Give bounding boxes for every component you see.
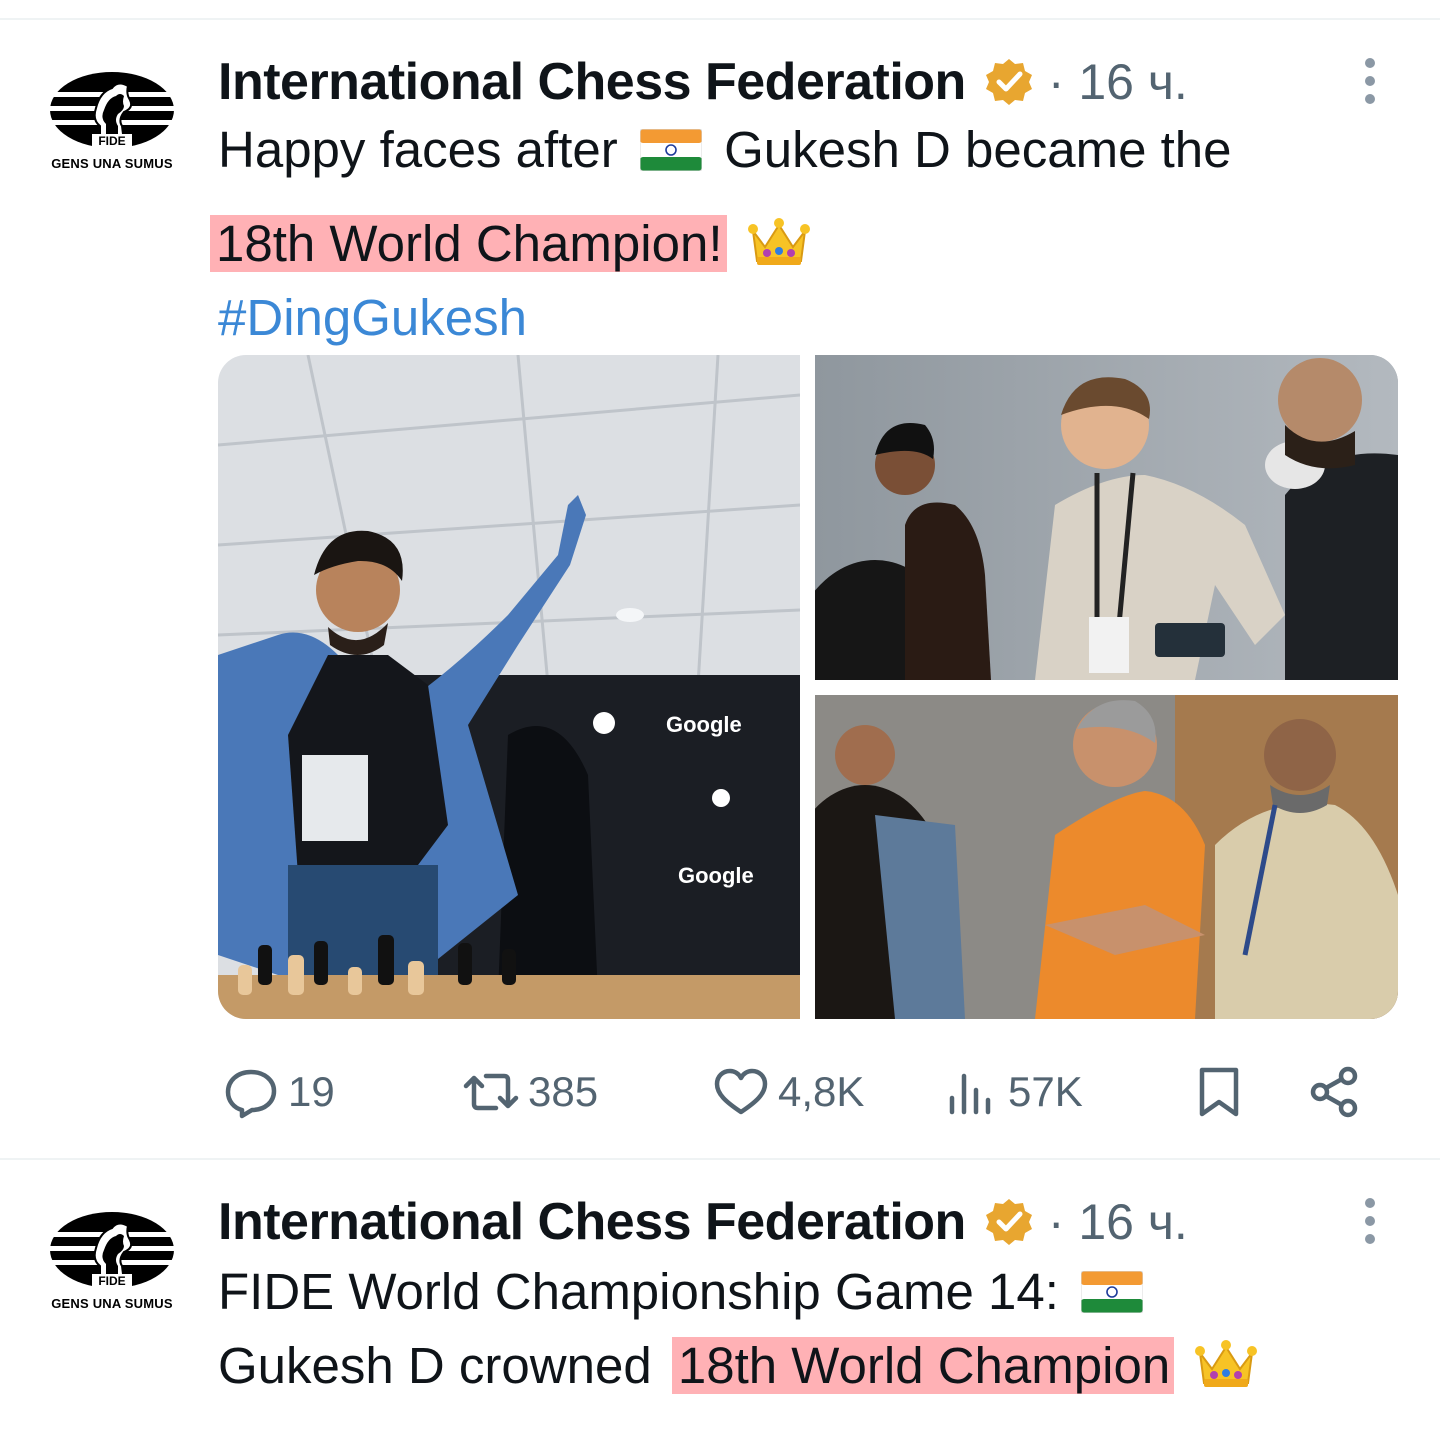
crown-icon	[747, 218, 810, 265]
reply-button[interactable]: 19	[222, 1064, 335, 1120]
crown-icon	[1195, 1340, 1258, 1387]
india-flag-icon	[639, 129, 702, 171]
heart-icon	[714, 1068, 768, 1115]
reply-count: 19	[288, 1068, 335, 1115]
hashtag-link[interactable]: #DingGukesh	[218, 289, 527, 346]
bookmark-button[interactable]	[1190, 1064, 1256, 1120]
tweet-text-line-3: #DingGukesh	[218, 282, 527, 354]
tweet[interactable]: FIDE GENS UNA SUMUS International Chess …	[0, 1160, 1440, 1438]
views-chart-icon	[949, 1073, 991, 1115]
text-segment: FIDE World Championship Game 14:	[218, 1263, 1059, 1320]
tweet[interactable]: FIDE GENS UNA SUMUS International Chess …	[0, 20, 1440, 1158]
tweet-time[interactable]: · 16 ч.	[1048, 53, 1188, 111]
tweet-text-line-1: Happy faces after Gukesh D became the	[218, 114, 1232, 186]
fide-logo-text: FIDE	[92, 1274, 132, 1288]
photo-gukesh-celebrating[interactable]: Google Google	[218, 355, 800, 1019]
verified-badge-icon[interactable]	[984, 1197, 1034, 1247]
views-count: 57K	[1008, 1068, 1083, 1115]
retweet-button[interactable]: 385	[462, 1064, 598, 1120]
bookmark-icon	[1199, 1067, 1239, 1117]
sponsor-logo-text: Google	[678, 863, 754, 888]
fide-logo-text: FIDE	[92, 134, 132, 148]
fide-motto: GENS UNA SUMUS	[51, 156, 173, 171]
avatar[interactable]: FIDE GENS UNA SUMUS	[48, 64, 176, 184]
tweet-header: International Chess Federation · 16 ч.	[218, 1192, 1188, 1252]
like-button[interactable]: 4,8K	[712, 1064, 864, 1120]
more-options-icon[interactable]	[1356, 1198, 1384, 1248]
sponsor-logo-text: Google	[666, 712, 742, 737]
more-options-icon[interactable]	[1356, 58, 1384, 108]
reply-icon	[225, 1069, 277, 1119]
tweet-text-line-2: 18th World Champion!	[210, 208, 811, 280]
india-flag-icon	[1081, 1271, 1144, 1313]
text-segment: Happy faces after	[218, 121, 618, 178]
author-name[interactable]: International Chess Federation	[218, 52, 966, 112]
views-button[interactable]: 57K	[942, 1064, 1083, 1120]
verified-badge-icon[interactable]	[984, 57, 1034, 107]
tweet-actions: 19 385 4,8K 57K	[222, 1064, 1372, 1120]
author-name[interactable]: International Chess Federation	[218, 1192, 966, 1252]
retweet-count: 385	[528, 1068, 599, 1115]
share-button[interactable]	[1306, 1064, 1372, 1120]
photo-spectators-smiling[interactable]	[815, 695, 1398, 1019]
media-grid: Google Google	[218, 355, 1398, 1019]
highlighted-text: 18th World Champion!	[210, 215, 727, 272]
share-icon	[1310, 1066, 1358, 1118]
highlighted-text: 18th World Champion	[671, 1337, 1175, 1394]
text-segment: Gukesh D became the	[724, 121, 1232, 178]
text-segment: Gukesh D crowned	[218, 1337, 652, 1394]
tweet-text-line-1: FIDE World Championship Game 14:	[218, 1256, 1151, 1328]
tweet-time[interactable]: · 16 ч.	[1048, 1193, 1188, 1251]
retweet-icon	[463, 1073, 519, 1111]
avatar[interactable]: FIDE GENS UNA SUMUS	[48, 1204, 176, 1324]
fide-motto: GENS UNA SUMUS	[51, 1296, 173, 1311]
tweet-header: International Chess Federation · 16 ч.	[218, 52, 1188, 112]
tweet-text-line-2: Gukesh D crowned 18th World Champion	[218, 1330, 1258, 1402]
like-count: 4,8K	[778, 1068, 865, 1115]
photo-players-laughing[interactable]	[815, 355, 1398, 680]
